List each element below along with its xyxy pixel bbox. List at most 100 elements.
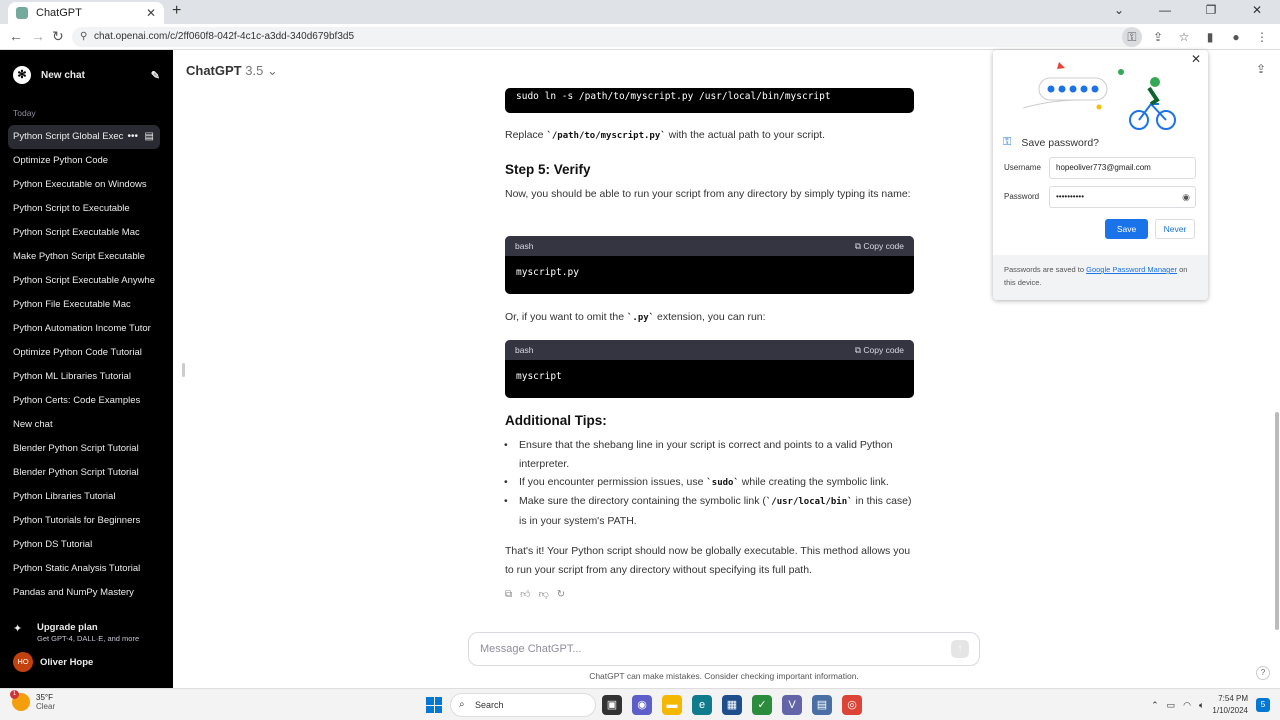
chat-item[interactable]: Python Script to Executable [8, 197, 160, 221]
sidebar-resize-handle[interactable] [182, 363, 185, 377]
model-selector[interactable]: ChatGPT 3.5 ⌄ [186, 63, 278, 79]
chat-item[interactable]: Python ML Libraries Tutorial [8, 365, 160, 389]
password-field[interactable]: •••••••••• ◉ [1049, 186, 1196, 208]
key-icon: ⚿ [1003, 136, 1012, 148]
thumbs-up-icon[interactable]: 👍︎ [520, 585, 530, 604]
chat-item[interactable]: Python DS Tutorial [8, 533, 160, 557]
new-tab-icon[interactable]: + [172, 2, 181, 20]
save-password-dialog: ✕ ⚿ Save password? Username hopeoliver77… [993, 50, 1208, 300]
show-password-icon[interactable]: ◉ [1182, 187, 1190, 207]
wifi-icon[interactable]: ◠ [1183, 700, 1191, 711]
sparkle-icon: ✦ [13, 623, 23, 635]
thumbs-down-icon[interactable]: 👎︎ [539, 585, 549, 604]
taskbar: 1 35°F Clear ⌕ Search ▣ ◉ ▬ e ▦ ✓ V ▤ ◎ … [0, 688, 1280, 720]
copy-code-button[interactable]: ⧉ Copy code [855, 237, 904, 256]
weather-widget[interactable]: 1 35°F Clear [10, 690, 56, 711]
task-view-icon[interactable]: ▣ [602, 695, 622, 715]
openai-logo-icon: ✻ [13, 66, 31, 84]
message-input[interactable]: Message ChatGPT... ↑ [468, 632, 980, 666]
chat-item[interactable]: Python Executable on Windows [8, 173, 160, 197]
chat-item[interactable]: Python Script Executable Mac [8, 221, 160, 245]
password-key-icon[interactable]: ⚿ [1122, 27, 1142, 47]
chat-item[interactable]: Python Automation Income Tutor [8, 317, 160, 341]
archive-icon[interactable]: ▤ [144, 125, 154, 149]
chat-item[interactable]: Blender Python Script Tutorial [8, 461, 160, 485]
chat-item[interactable]: Python Libraries Tutorial [8, 485, 160, 509]
chat-item[interactable]: Python Tutorials for Beginners [8, 509, 160, 533]
side-panel-icon[interactable]: ▮ [1200, 27, 1220, 47]
chat-item[interactable]: Optimize Python Code Tutorial [8, 341, 160, 365]
inline-code: `.py` [626, 313, 655, 323]
back-icon[interactable]: ← [9, 28, 23, 44]
code-block: bash ⧉ Copy code myscript.py [505, 236, 914, 294]
scrollbar[interactable] [1275, 412, 1279, 630]
clock[interactable]: 7:54 PM 1/10/2024 [1212, 693, 1248, 717]
section-today: Today [13, 108, 36, 118]
network-icon[interactable]: ▭ [1167, 700, 1176, 711]
code-text: myscript.py [516, 267, 579, 278]
new-chat-button[interactable]: ✻ New chat ✎ [8, 62, 160, 88]
password-manager-link[interactable]: Google Password Manager [1086, 265, 1177, 274]
save-button[interactable]: Save [1105, 219, 1148, 239]
profile-icon[interactable]: ● [1226, 27, 1246, 47]
file-explorer-icon[interactable]: ▬ [662, 695, 682, 715]
user-menu[interactable]: HO Oliver Hope [13, 652, 93, 672]
chat-app-icon[interactable]: ◉ [632, 695, 652, 715]
menu-icon[interactable]: ⋮ [1252, 27, 1272, 47]
copy-code-button[interactable]: ⧉ Copy code [855, 341, 904, 360]
chat-item[interactable]: Python Script Executable Anywhe [8, 269, 160, 293]
username-field[interactable]: hopeoliver773@gmail.com [1049, 157, 1196, 179]
chat-item[interactable]: Optimize Python Code [8, 149, 160, 173]
app-icon[interactable]: ✓ [752, 695, 772, 715]
bookmark-star-icon[interactable]: ☆ [1174, 27, 1194, 47]
chat-item[interactable]: Pandas and NumPy Mastery [8, 581, 160, 605]
url-field[interactable]: ⚲ chat.openai.com/c/2ff060f8-042f-4c1c-a… [72, 27, 1142, 47]
text: extension, you can run: [654, 311, 766, 323]
upgrade-subtitle: Get GPT-4, DALL·E, and more [37, 634, 140, 643]
minimize-icon[interactable]: — [1142, 0, 1188, 22]
chat-item[interactable]: Blender Python Script Tutorial [8, 437, 160, 461]
taskbar-apps: ▣ ◉ ▬ e ▦ ✓ V ▤ ◎ [602, 695, 862, 715]
edit-icon[interactable]: ✎ [151, 69, 160, 82]
chevron-down-icon[interactable]: ⌄ [1096, 0, 1142, 22]
browser-tab[interactable]: ChatGPT ✕ [8, 2, 164, 24]
notification-center-icon[interactable]: 5 [1256, 698, 1270, 712]
copy-icon[interactable]: ⧉ [505, 585, 512, 604]
list-item: If you encounter permission issues, use … [504, 473, 914, 493]
chat-item[interactable]: Python File Executable Mac [8, 293, 160, 317]
forward-icon[interactable]: → [31, 28, 45, 44]
chat-item[interactable]: Make Python Script Executable [8, 245, 160, 269]
chat-item[interactable]: Python Certs: Code Examples [8, 389, 160, 413]
share-chat-icon[interactable]: ⇪ [1256, 62, 1266, 76]
volume-icon[interactable]: 🔈︎ [1199, 700, 1204, 711]
chevron-up-icon[interactable]: ⌃ [1151, 700, 1159, 711]
share-icon[interactable]: ⇪ [1148, 27, 1168, 47]
code-header: bash ⧉ Copy code [505, 340, 914, 360]
message-actions: ⧉ 👍︎ 👎︎ ↻ [505, 585, 565, 604]
close-window-icon[interactable]: ✕ [1234, 0, 1280, 22]
paragraph: That's it! Your Python script should now… [505, 545, 911, 576]
never-button[interactable]: Never [1155, 219, 1195, 239]
app-icon[interactable]: ▤ [812, 695, 832, 715]
address-bar-row: ← → ↻ ⚲ chat.openai.com/c/2ff060f8-042f-… [0, 24, 1280, 50]
chat-item[interactable]: Python Static Analysis Tutorial [8, 557, 160, 581]
close-tab-icon[interactable]: ✕ [146, 6, 156, 20]
taskbar-search[interactable]: ⌕ Search [450, 693, 596, 717]
send-button[interactable]: ↑ [951, 640, 969, 658]
app-icon[interactable]: V [782, 695, 802, 715]
close-icon[interactable]: ✕ [1191, 52, 1201, 66]
edge-icon[interactable]: e [692, 695, 712, 715]
regenerate-icon[interactable]: ↻ [557, 585, 565, 604]
restore-icon[interactable]: ❐ [1188, 0, 1234, 22]
weather-condition: Clear [36, 702, 56, 711]
store-icon[interactable]: ▦ [722, 695, 742, 715]
help-icon[interactable]: ? [1256, 666, 1270, 680]
site-info-icon[interactable]: ⚲ [80, 27, 87, 47]
chat-item[interactable]: Python Script Global Exec ••• ▤ [8, 125, 160, 149]
upgrade-plan-button[interactable]: ✦ Upgrade plan Get GPT-4, DALL·E, and mo… [13, 622, 163, 643]
chat-item[interactable]: New chat [8, 413, 160, 437]
chrome-icon[interactable]: ◎ [842, 695, 862, 715]
reload-icon[interactable]: ↻ [52, 28, 64, 45]
start-button[interactable] [426, 697, 442, 713]
more-options-icon[interactable]: ••• [124, 125, 138, 149]
